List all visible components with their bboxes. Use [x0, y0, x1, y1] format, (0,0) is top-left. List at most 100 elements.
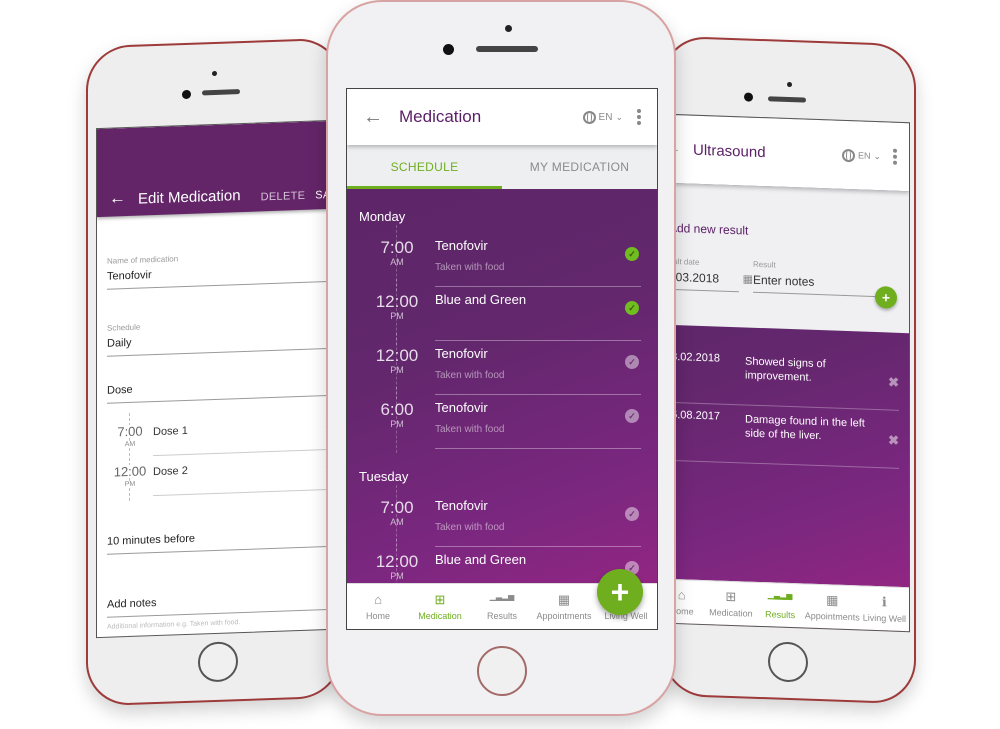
- nav-appointments[interactable]: ▦ Appointments: [533, 584, 595, 629]
- language-selector[interactable]: EN ⌄: [841, 148, 881, 162]
- dose-name: Tenofovir: [435, 498, 488, 513]
- dose-time: 7:00 AM: [359, 485, 435, 551]
- home-button[interactable]: [768, 641, 808, 683]
- dose-list: 7:00AM Dose 1✖ 12:00PM Dose 2✖: [107, 409, 335, 498]
- pending-check-icon[interactable]: ✓: [625, 355, 639, 369]
- dose-time-ampm: PM: [390, 571, 404, 581]
- dose-time: 12:00: [113, 463, 147, 480]
- app-bar: ← Ultrasound EN ⌄: [672, 114, 909, 192]
- dose-row[interactable]: 12:00 PM Blue and Green ✓: [359, 279, 657, 345]
- back-arrow-icon[interactable]: ←: [109, 188, 126, 209]
- dose-row[interactable]: 12:00 PM Tenofovir Taken with food ✓: [359, 333, 657, 399]
- nav-medication[interactable]: ⊞ Medication: [706, 581, 755, 626]
- dose-note: Taken with food: [435, 424, 505, 435]
- dose-time: 12:00 PM: [359, 333, 435, 399]
- dose-name: Dose 2: [153, 464, 188, 479]
- result-item: 16.08.2017 Damage found in the left side…: [672, 402, 899, 469]
- language-selector[interactable]: EN ⌄: [582, 110, 623, 124]
- delete-result-icon[interactable]: ✖: [888, 432, 899, 448]
- dose-note: Taken with food: [435, 522, 505, 533]
- dose-time-ampm: AM: [390, 517, 404, 527]
- nav-home[interactable]: ⌂ Home: [347, 584, 409, 629]
- taken-check-icon[interactable]: ✓: [625, 301, 639, 315]
- taken-check-icon[interactable]: ✓: [625, 247, 639, 261]
- dose-row[interactable]: 7:00 AM Tenofovir Taken with food ✓: [359, 225, 657, 291]
- result-text: Damage found in the left side of the liv…: [745, 413, 865, 442]
- home-button[interactable]: [477, 646, 527, 696]
- name-field[interactable]: Name of medication Tenofovir: [107, 248, 336, 290]
- dose-name: Blue and Green: [435, 552, 527, 567]
- nav-medication[interactable]: ⊞ Medication: [409, 584, 471, 629]
- medical-kit-icon: ⊞: [434, 591, 446, 607]
- more-options-icon[interactable]: [637, 109, 641, 125]
- result-item: 08.02.2018 Showed signs of improvement. …: [672, 344, 899, 411]
- phone-camera: [443, 44, 454, 55]
- phone-mic: [505, 25, 512, 32]
- tab-my-medication[interactable]: MY MEDICATION: [502, 145, 657, 189]
- dose-time-value: 12:00: [375, 552, 419, 571]
- dose-time-ampm: AM: [390, 257, 404, 267]
- page-title: Medication: [399, 107, 482, 126]
- notes-field[interactable]: Add notes: [107, 590, 336, 618]
- dose-time: 12:00 PM: [359, 279, 435, 345]
- dose-time: 7:00: [117, 423, 143, 440]
- phone-speaker: [476, 46, 538, 52]
- bar-chart-icon: ▁▃▂▅: [767, 589, 793, 600]
- tab-schedule[interactable]: SCHEDULE: [347, 145, 502, 189]
- dose-time-ampm: PM: [390, 365, 404, 375]
- dose-ampm: AM: [107, 440, 153, 449]
- add-medication-button[interactable]: +: [597, 569, 643, 615]
- phone-center: ← Medication EN ⌄ SCHEDULE MY MEDICATION…: [326, 0, 676, 716]
- dose-time: 6:00 PM: [359, 387, 435, 453]
- nav-home[interactable]: ⌂ Home: [672, 579, 706, 624]
- dose-item[interactable]: 12:00PM Dose 2✖: [107, 449, 335, 498]
- nav-results[interactable]: ▁▃▂▅ Results: [471, 584, 533, 629]
- schedule-list: Monday 7:00 AM Tenofovir Taken with food…: [347, 189, 657, 605]
- result-date: 08.02.2018: [672, 350, 721, 365]
- dose-info: Blue and Green ✓: [435, 287, 641, 341]
- name-value: Tenofovir: [107, 269, 152, 283]
- notes-helper-text: Additional information e.g. Taken with f…: [107, 619, 241, 631]
- calendar-icon[interactable]: ▦: [743, 272, 753, 285]
- language-code: EN: [857, 150, 871, 161]
- phone-speaker: [202, 89, 240, 96]
- results-list: 08.02.2018 Showed signs of improvement. …: [672, 325, 909, 587]
- reminder-select[interactable]: 10 minutes before ⌄: [107, 526, 336, 555]
- phone-right: ← Ultrasound EN ⌄ Add new result Result …: [662, 35, 916, 705]
- result-date-field[interactable]: Result date 08.03.2018 ▦: [672, 256, 753, 293]
- home-button[interactable]: [198, 641, 238, 683]
- delete-button[interactable]: DELETE: [261, 190, 306, 204]
- result-date-value: 08.03.2018: [672, 269, 720, 286]
- dose-row[interactable]: 6:00 PM Tenofovir Taken with food ✓: [359, 387, 657, 453]
- phone-left: ← Edit Medication DELETE SAVE Name of me…: [86, 37, 342, 707]
- dose-name: Tenofovir: [435, 400, 488, 415]
- dose-row[interactable]: 7:00 AM Tenofovir Taken with food ✓: [359, 485, 657, 551]
- result-text: Showed signs of improvement.: [745, 355, 826, 384]
- phone-speaker: [768, 96, 806, 103]
- schedule-field[interactable]: Schedule Daily ▦: [107, 315, 336, 357]
- dose-name: Dose 1: [153, 424, 188, 439]
- dose-name: Tenofovir: [435, 346, 488, 361]
- dose-name: Blue and Green: [435, 292, 527, 307]
- dose-info: Tenofovir Taken with food ✓: [435, 493, 641, 547]
- add-result-button[interactable]: +: [875, 286, 897, 309]
- dose-time: 7:00 AM: [359, 225, 435, 291]
- nav-living-well[interactable]: ℹLiving Well: [860, 586, 909, 631]
- dose-time-value: 12:00: [375, 346, 419, 365]
- pending-check-icon[interactable]: ✓: [625, 409, 639, 423]
- result-notes-placeholder: Enter notes: [753, 272, 815, 289]
- bottom-nav: ⌂ Home ⊞ Medication ▁▃▂▅ Results ▦ Appointme…: [672, 578, 909, 632]
- delete-result-icon[interactable]: ✖: [888, 374, 899, 390]
- home-icon: ⌂: [677, 586, 686, 602]
- dose-time-ampm: PM: [390, 419, 404, 429]
- result-notes-field[interactable]: Result Enter notes: [753, 259, 877, 298]
- schedule-value: Daily: [107, 336, 132, 350]
- more-options-icon[interactable]: [893, 148, 897, 165]
- dose-label: Dose: [107, 383, 133, 397]
- back-arrow-icon[interactable]: ←: [363, 106, 383, 129]
- page-title: Edit Medication: [138, 187, 241, 208]
- dose-note: Taken with food: [435, 370, 505, 381]
- nav-appointments[interactable]: ▦ Appointments: [805, 585, 860, 630]
- nav-results[interactable]: ▁▃▂▅ Results: [755, 583, 804, 628]
- pending-check-icon[interactable]: ✓: [625, 507, 639, 521]
